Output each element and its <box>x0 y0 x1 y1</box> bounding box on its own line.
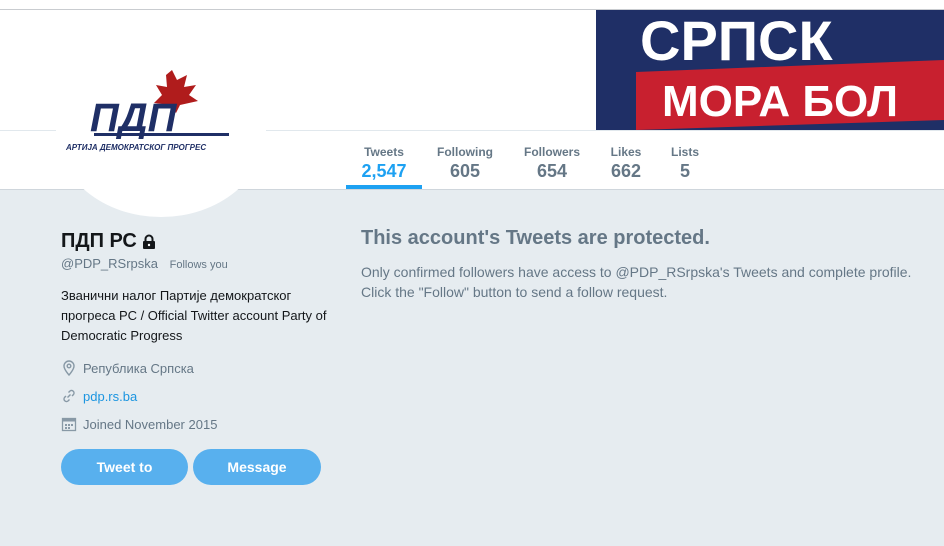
stat-value: 2,547 <box>361 161 407 181</box>
party-logo: ПДП АРТИЈА ДЕМОКРАТСКОГ ПРОГРЕС <box>65 70 229 152</box>
profile-name-text: ПДП РС <box>61 230 137 252</box>
message-button[interactable]: Message <box>193 449 321 485</box>
stat-value: 654 <box>536 161 568 181</box>
stat-label: Following <box>437 145 493 159</box>
handle-row: @PDP_RSrpska Follows you <box>61 256 228 271</box>
banner-line1: СРПСК <box>640 10 833 72</box>
banner-line2: МОРА БОЛ <box>662 77 898 126</box>
website-row: pdp.rs.ba <box>61 388 137 404</box>
lock-icon <box>141 234 157 250</box>
profile-bio: Званични налог Партије демократског прог… <box>61 288 327 343</box>
banner-graphic: СРПСК МОРА БОЛ <box>596 10 944 130</box>
stat-value: 605 <box>449 161 481 181</box>
stat-label: Followers <box>523 145 580 159</box>
profile-handle[interactable]: @PDP_RSrpska <box>61 256 158 271</box>
profile-website-link[interactable]: pdp.rs.ba <box>83 389 137 404</box>
top-border <box>0 0 944 10</box>
link-icon <box>61 388 77 404</box>
location-pin-icon <box>61 360 77 376</box>
profile-name[interactable]: ПДП РС <box>61 230 157 253</box>
profile-avatar[interactable]: ПДП АРТИЈА ДЕМОКРАТСКОГ ПРОГРЕС <box>56 45 266 217</box>
protected-title: This account's Tweets are protected. <box>361 227 710 249</box>
header-banner[interactable]: СРПСК МОРА БОЛ <box>596 10 944 130</box>
profile-location: Република Српска <box>83 360 194 376</box>
stat-following[interactable]: Following 605 <box>430 131 500 189</box>
protected-message: Only confirmed followers have access to … <box>361 264 912 300</box>
stat-value: 5 <box>679 161 690 181</box>
stat-lists[interactable]: Lists 5 <box>666 131 704 189</box>
location-row: Република Српска <box>61 360 194 376</box>
follows-you-badge: Follows you <box>169 259 228 271</box>
logo-tagline: АРТИЈА ДЕМОКРАТСКОГ ПРОГРЕС <box>65 143 206 152</box>
stat-followers[interactable]: Followers 654 <box>518 131 586 189</box>
tweet-to-button[interactable]: Tweet to <box>61 449 188 485</box>
stat-label: Likes <box>610 145 642 159</box>
profile-joined: Joined November 2015 <box>83 416 218 432</box>
joined-row: Joined November 2015 <box>61 416 217 432</box>
stat-likes[interactable]: Likes 662 <box>602 131 650 189</box>
calendar-icon <box>61 416 77 432</box>
stat-tweets[interactable]: Tweets 2,547 <box>346 131 422 189</box>
stat-label: Lists <box>670 145 699 159</box>
stat-value: 662 <box>610 161 642 181</box>
stat-label: Tweets <box>364 145 404 159</box>
